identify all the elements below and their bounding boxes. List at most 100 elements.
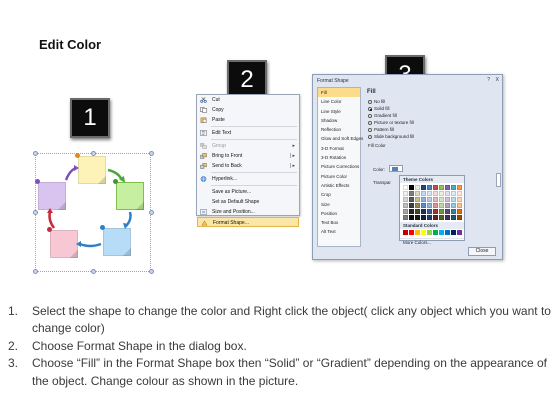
radio-solid-fill[interactable]: Solid fill [365, 105, 499, 112]
radio-slide-bg-fill[interactable]: Slide background fill [365, 133, 499, 140]
color-swatch[interactable] [415, 209, 420, 214]
color-swatch[interactable] [409, 209, 414, 214]
color-swatch[interactable] [403, 197, 408, 202]
color-swatch[interactable] [421, 230, 426, 235]
color-swatch[interactable] [409, 197, 414, 202]
color-swatch[interactable] [415, 197, 420, 202]
menu-item-format-shape[interactable]: Format Shape... [197, 217, 299, 227]
color-swatch[interactable] [415, 215, 420, 220]
nav-item-picture-color[interactable]: Picture Color [318, 172, 360, 181]
color-swatch[interactable] [403, 185, 408, 190]
color-swatch[interactable] [421, 209, 426, 214]
close-icon[interactable]: X [496, 77, 499, 83]
radio-pattern-fill[interactable]: Pattern fill [365, 126, 499, 133]
radio-picture-fill[interactable]: Picture or texture fill [365, 119, 499, 126]
nav-item-text-box[interactable]: Text Box [318, 218, 360, 227]
menu-item-save-as-picture[interactable]: Save as Picture... [197, 187, 299, 197]
color-swatch[interactable] [421, 203, 426, 208]
radio-no-fill[interactable]: No fill [365, 98, 499, 105]
color-swatch[interactable] [427, 185, 432, 190]
color-swatch[interactable] [445, 197, 450, 202]
menu-item-cut[interactable]: Cut [197, 95, 299, 105]
radio-button[interactable] [368, 114, 372, 118]
color-swatch[interactable] [451, 197, 456, 202]
nav-item-fill[interactable]: Fill [318, 88, 360, 98]
color-swatch[interactable] [403, 203, 408, 208]
color-swatch[interactable] [457, 203, 462, 208]
color-swatch[interactable] [403, 215, 408, 220]
transparency-spinner[interactable] [496, 173, 501, 187]
color-swatch[interactable] [457, 185, 462, 190]
menu-item-bring-to-front[interactable]: Bring to Front | ▸ [197, 151, 299, 161]
color-swatch[interactable] [439, 191, 444, 196]
nav-item-3d-rotation[interactable]: 3-D Rotation [318, 153, 360, 162]
help-button[interactable]: ? [487, 77, 490, 83]
more-colors-button[interactable]: More Colors... [400, 238, 464, 245]
color-swatch[interactable] [457, 191, 462, 196]
nav-item-position[interactable]: Position [318, 209, 360, 218]
menu-item-send-to-back[interactable]: Send to Back | ▸ [197, 161, 299, 171]
radio-button[interactable] [368, 121, 372, 125]
color-swatch[interactable] [421, 215, 426, 220]
color-swatch[interactable] [445, 230, 450, 235]
color-swatch[interactable] [439, 230, 444, 235]
nav-item-3d-format[interactable]: 3-D Format [318, 144, 360, 153]
color-swatch[interactable] [415, 203, 420, 208]
color-swatch[interactable] [451, 215, 456, 220]
radio-gradient-fill[interactable]: Gradient fill [365, 112, 499, 119]
color-swatch[interactable] [433, 185, 438, 190]
color-swatch[interactable] [445, 215, 450, 220]
nav-item-glow[interactable]: Glow and Soft Edges [318, 134, 363, 143]
color-swatch[interactable] [409, 230, 414, 235]
radio-button[interactable] [368, 135, 372, 139]
color-swatch[interactable] [451, 191, 456, 196]
color-swatch[interactable] [433, 230, 438, 235]
color-swatch[interactable] [457, 230, 462, 235]
color-swatch[interactable] [457, 209, 462, 214]
color-swatch[interactable] [409, 203, 414, 208]
nav-item-line-color[interactable]: Line Color [318, 97, 360, 106]
sticky-note-diagram[interactable] [30, 148, 160, 278]
color-swatch[interactable] [421, 191, 426, 196]
color-swatch[interactable] [433, 209, 438, 214]
radio-button[interactable] [368, 107, 372, 111]
color-swatch[interactable] [403, 191, 408, 196]
menu-item-edit-text[interactable]: Edit Text [197, 128, 299, 138]
color-swatch[interactable] [415, 230, 420, 235]
color-swatch[interactable] [439, 215, 444, 220]
color-swatch[interactable] [409, 191, 414, 196]
color-swatch[interactable] [427, 230, 432, 235]
color-swatch[interactable] [433, 203, 438, 208]
menu-item-set-default-shape[interactable]: Set as Default Shape [197, 197, 299, 207]
menu-item-group[interactable]: Group ▸ [197, 141, 299, 151]
color-swatch[interactable] [445, 203, 450, 208]
color-swatch[interactable] [451, 185, 456, 190]
nav-item-size[interactable]: Size [318, 200, 360, 209]
color-swatch[interactable] [457, 215, 462, 220]
color-swatch[interactable] [415, 185, 420, 190]
nav-item-artistic-effects[interactable]: Artistic Effects [318, 181, 360, 190]
menu-item-copy[interactable]: Copy [197, 105, 299, 115]
color-swatch[interactable] [427, 203, 432, 208]
color-swatch[interactable] [427, 209, 432, 214]
color-swatch[interactable] [427, 197, 432, 202]
color-swatch[interactable] [433, 191, 438, 196]
radio-button[interactable] [368, 100, 372, 104]
nav-item-picture-corrections[interactable]: Picture Corrections [318, 162, 360, 171]
nav-item-line-style[interactable]: Line Style [318, 107, 360, 116]
color-swatch[interactable] [439, 209, 444, 214]
menu-item-hyperlink[interactable]: Hyperlink... [197, 174, 299, 184]
color-swatch[interactable] [451, 203, 456, 208]
radio-button[interactable] [368, 128, 372, 132]
color-swatch[interactable] [421, 197, 426, 202]
close-button[interactable]: Close [468, 247, 496, 256]
color-picker-button[interactable] [389, 165, 403, 172]
color-swatch[interactable] [427, 215, 432, 220]
nav-item-crop[interactable]: Crop [318, 190, 360, 199]
color-swatch[interactable] [451, 230, 456, 235]
color-swatch[interactable] [433, 215, 438, 220]
color-swatch[interactable] [403, 209, 408, 214]
color-swatch[interactable] [451, 209, 456, 214]
nav-item-alt-text[interactable]: Alt Text [318, 227, 360, 236]
menu-item-paste[interactable]: Paste [197, 115, 299, 125]
